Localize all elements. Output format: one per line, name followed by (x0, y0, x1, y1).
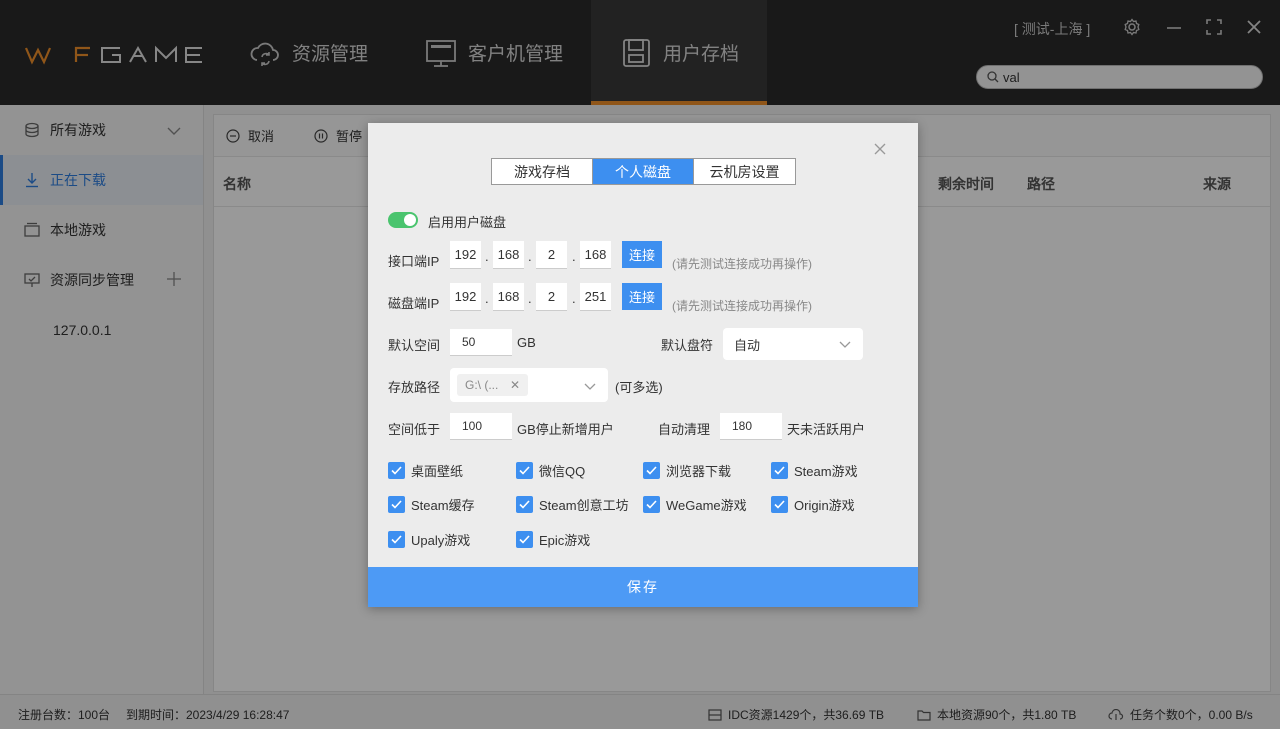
check-icon (516, 531, 533, 548)
check-icon (516, 496, 533, 513)
checkbox-epic-games[interactable]: Epic游戏 (516, 530, 590, 549)
tab-game-archive[interactable]: 游戏存档 (492, 159, 593, 184)
checkbox-label: Origin游戏 (794, 498, 855, 513)
checkbox-steam-workshop[interactable]: Steam创意工坊 (516, 495, 629, 514)
iface-ip-label: 接口端IP (388, 254, 440, 269)
tab-personal-disk[interactable]: 个人磁盘 (593, 159, 694, 184)
checkbox-label: Steam创意工坊 (539, 498, 629, 513)
enable-user-disk-toggle[interactable] (388, 212, 418, 228)
default-space-input[interactable]: 50 (450, 329, 512, 356)
auto-clean-input[interactable]: 180 (720, 413, 782, 440)
storage-path-select[interactable]: G:\ (... ✕ (450, 368, 608, 402)
checkbox-desktop-wallpaper[interactable]: 桌面壁纸 (388, 461, 463, 480)
disk-connect-hint: (请先测试连接成功再操作) (672, 299, 812, 313)
iface-connect-hint: (请先测试连接成功再操作) (672, 257, 812, 271)
default-drive-select[interactable]: 自动 (723, 328, 863, 360)
tag-remove-icon[interactable]: ✕ (510, 378, 520, 392)
disk-ip-label: 磁盘端IP (388, 296, 440, 311)
checkbox-uplay-games[interactable]: Upaly游戏 (388, 530, 470, 549)
space-low-unit: GB停止新增用户 (517, 422, 614, 437)
checkbox-label: 桌面壁纸 (411, 464, 464, 479)
user-disk-dialog: 游戏存档 个人磁盘 云机房设置 启用用户磁盘 接口端IP 192 . 168 .… (368, 123, 918, 607)
ip-dot: . (485, 291, 489, 306)
chevron-down-icon (584, 379, 596, 394)
space-low-input[interactable]: 100 (450, 413, 512, 440)
checkbox-label: 浏览器下载 (666, 464, 732, 479)
check-icon (388, 531, 405, 548)
checkbox-steam-games[interactable]: Steam游戏 (771, 461, 858, 480)
checkbox-label: Epic游戏 (539, 533, 591, 548)
default-drive-label: 默认盘符 (661, 338, 714, 353)
default-drive-value: 自动 (734, 337, 761, 353)
check-icon (516, 462, 533, 479)
iface-connect-button[interactable]: 连接 (622, 241, 662, 268)
iface-ip-octet-3[interactable]: 2 (536, 241, 567, 269)
ip-dot: . (528, 249, 532, 264)
storage-path-label: 存放路径 (388, 380, 441, 395)
checkbox-label: Steam缓存 (411, 498, 475, 513)
check-icon (771, 462, 788, 479)
tab-cloud-room-settings[interactable]: 云机房设置 (694, 159, 795, 184)
disk-connect-button[interactable]: 连接 (622, 283, 662, 310)
chevron-down-icon (839, 337, 851, 352)
iface-ip-octet-4[interactable]: 168 (580, 241, 611, 269)
disk-ip-octet-4[interactable]: 251 (580, 283, 611, 311)
check-icon (771, 496, 788, 513)
save-button[interactable]: 保存 (368, 567, 918, 607)
checkbox-label: Steam游戏 (794, 464, 858, 479)
checkbox-label: WeGame游戏 (666, 498, 747, 513)
multi-select-hint: (可多选) (615, 380, 663, 395)
ip-dot: . (572, 249, 576, 264)
checkbox-label: 微信QQ (539, 464, 586, 479)
checkbox-wechat-qq[interactable]: 微信QQ (516, 461, 585, 480)
ip-dot: . (528, 291, 532, 306)
check-icon (643, 462, 660, 479)
ip-dot: . (572, 291, 576, 306)
gb-unit: GB (517, 335, 536, 350)
auto-clean-unit: 天未活跃用户 (787, 422, 866, 437)
dialog-tabs: 游戏存档 个人磁盘 云机房设置 (491, 158, 796, 185)
checkbox-label: Upaly游戏 (411, 533, 471, 548)
iface-ip-octet-2[interactable]: 168 (493, 241, 524, 269)
ip-dot: . (485, 249, 489, 264)
close-icon[interactable] (872, 141, 888, 157)
default-space-label: 默认空间 (388, 338, 441, 353)
checkbox-wegame-games[interactable]: WeGame游戏 (643, 495, 747, 514)
disk-ip-octet-1[interactable]: 192 (450, 283, 481, 311)
enable-user-disk-label: 启用用户磁盘 (428, 215, 507, 230)
disk-ip-octet-3[interactable]: 2 (536, 283, 567, 311)
disk-ip-octet-2[interactable]: 168 (493, 283, 524, 311)
checkbox-browser-download[interactable]: 浏览器下载 (643, 461, 731, 480)
checkbox-origin-games[interactable]: Origin游戏 (771, 495, 855, 514)
path-tag-label: G:\ (... (465, 378, 499, 392)
checkbox-steam-cache[interactable]: Steam缓存 (388, 495, 475, 514)
check-icon (388, 496, 405, 513)
path-tag: G:\ (... ✕ (457, 374, 528, 396)
auto-clean-label: 自动清理 (658, 422, 711, 437)
iface-ip-octet-1[interactable]: 192 (450, 241, 481, 269)
check-icon (643, 496, 660, 513)
check-icon (388, 462, 405, 479)
space-low-label: 空间低于 (388, 422, 441, 437)
